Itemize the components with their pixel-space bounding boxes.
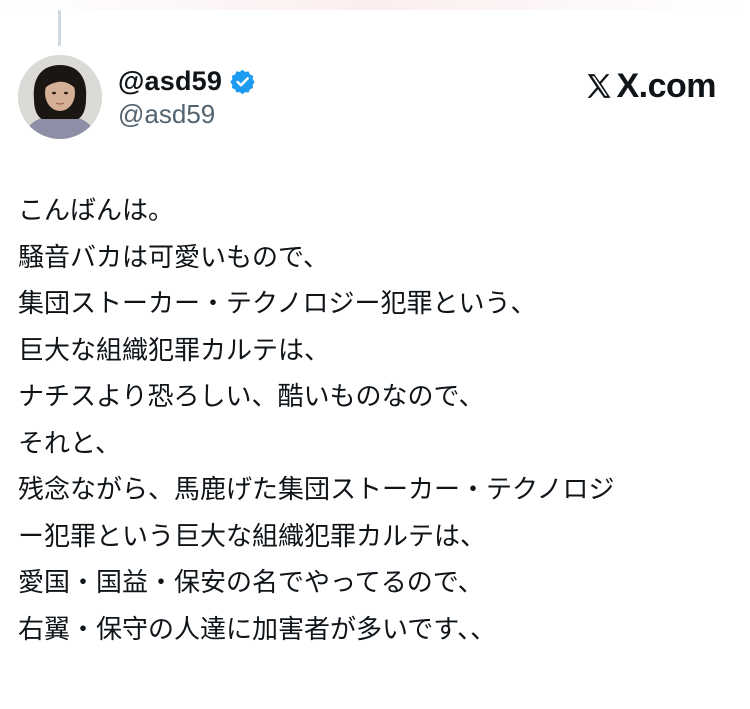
tweet-line: 騒音バカは可愛いもので、 [18,242,329,273]
tweet-line: 集団ストーカー・テクノロジー犯罪という、 [18,289,537,319]
brand-text: X.com [616,66,716,105]
thread-connector-line [58,10,61,46]
display-name-row[interactable]: @asd59 [118,64,256,98]
tweet-line: 巨大な組織犯罪カルテは、 [18,335,331,366]
brand-logo: X.com [584,64,716,108]
tweet-line: それと、 [18,428,121,459]
x-logo-icon [584,71,614,101]
tweet-line: 残念ながら、馬鹿げた集団ストーカー・テクノロジ [18,475,615,505]
tweet-line: ー犯罪という巨大な組織犯罪カルテは、 [18,521,487,552]
display-name[interactable]: @asd59 [118,66,222,97]
avatar[interactable] [18,55,102,139]
tweet-text: こんばんは。 騒音バカは可愛いもので、 集団ストーカー・テクノロジー犯罪という、… [18,188,733,653]
avatar-image [18,55,102,139]
user-handle[interactable]: @asd59 [118,99,215,130]
top-strip [0,0,750,10]
tweet-line: ナチスより恐ろしい、酷いものなので、 [18,382,485,412]
verified-badge-icon [229,68,256,95]
tweet-line: 右翼・保守の人達に加害者が多いです、、 [18,614,497,645]
tweet-line: 愛国・国益・保安の名でやってるので、 [18,568,484,598]
tweet-line: こんばんは。 [18,196,175,226]
tweet-card: @asd59 @asd59 X.com こんばんは。 騒音バカは可愛いもので、 … [0,0,750,709]
